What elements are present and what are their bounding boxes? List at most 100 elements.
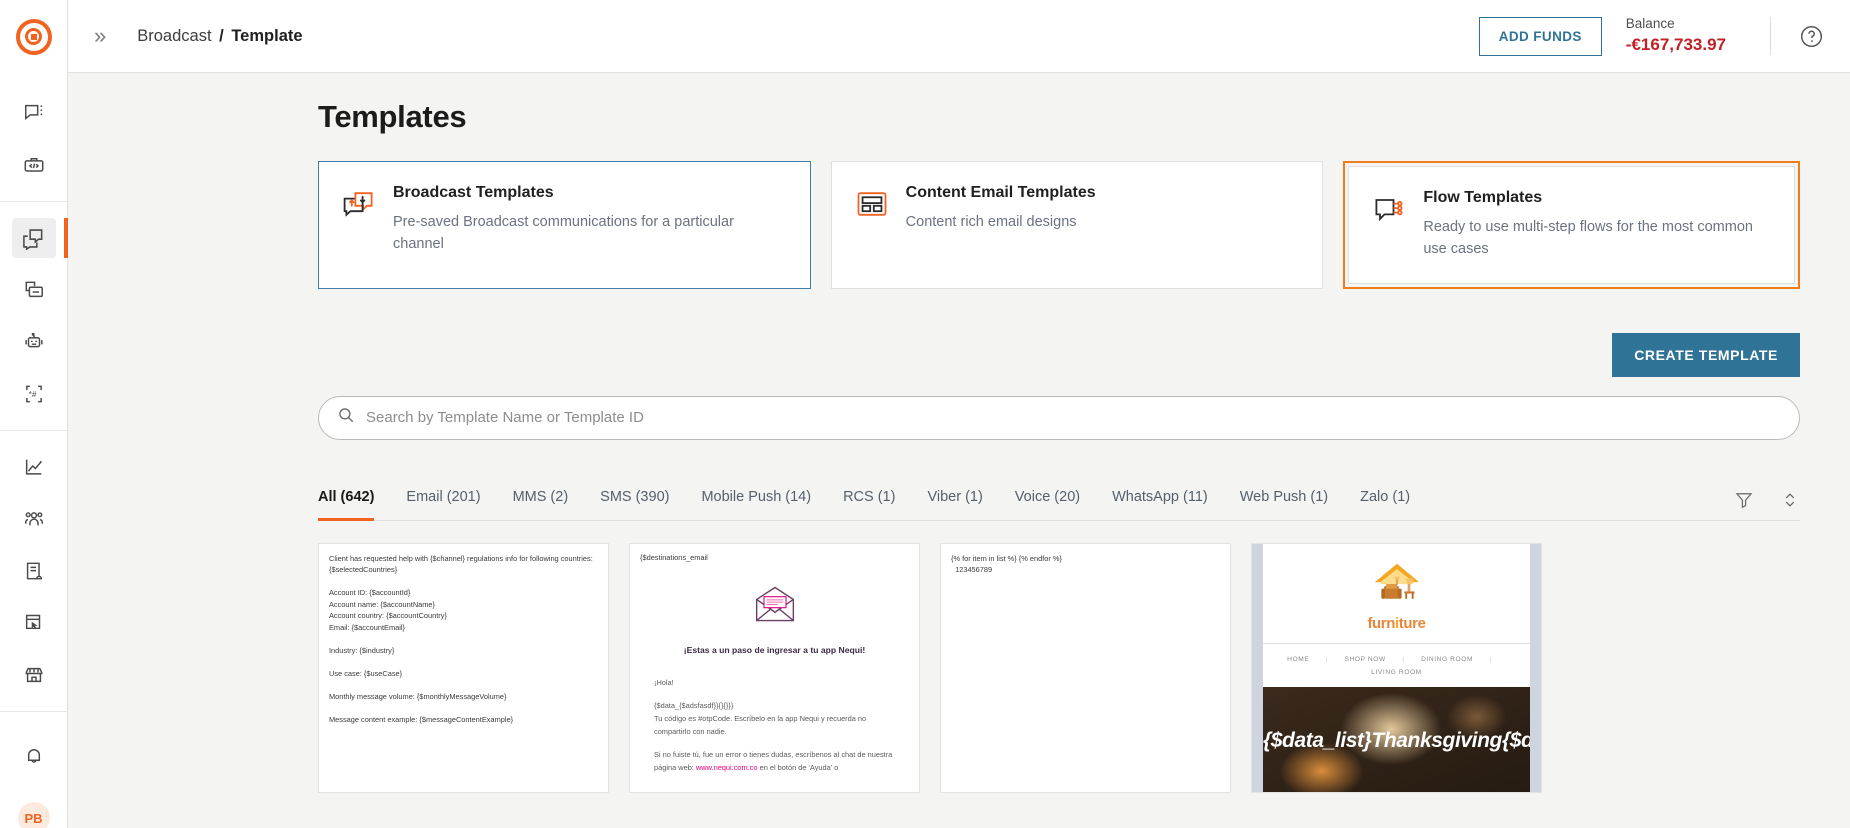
- code-briefcase-icon: [23, 154, 45, 176]
- card-title: Broadcast Templates: [393, 184, 554, 201]
- card-title: Content Email Templates: [905, 184, 1096, 201]
- template-preview-body-line: Tu código es #otpCode. Escríbelo en la a…: [654, 713, 867, 736]
- furniture-nav-item[interactable]: LIVING ROOM: [1371, 669, 1422, 676]
- top-bar: » Broadcast / Template ADD FUNDS Balance…: [68, 0, 1850, 73]
- envelope-open-icon: [753, 586, 797, 628]
- filter-funnel-icon[interactable]: [1734, 490, 1754, 520]
- card-description: Content rich email designs: [905, 214, 1077, 230]
- sidebar-item-analytics[interactable]: [12, 447, 56, 487]
- nav-separator: |: [1489, 655, 1492, 663]
- main-column: » Broadcast / Template ADD FUNDS Balance…: [68, 0, 1850, 828]
- channel-tabs: All (642) Email (201) MMS (2) SMS (390) …: [318, 480, 1800, 521]
- tab-web-push[interactable]: Web Push (1): [1240, 481, 1328, 521]
- sort-updown-icon[interactable]: [1780, 490, 1800, 520]
- sidebar-item-broadcast[interactable]: [11, 218, 68, 258]
- template-preview-card[interactable]: Client has requested help with {$channel…: [318, 542, 609, 793]
- nav-separator: |: [1402, 655, 1405, 663]
- tab-whatsapp[interactable]: WhatsApp (11): [1112, 481, 1208, 521]
- campaign-icon: [23, 279, 45, 301]
- tab-voice[interactable]: Voice (20): [1015, 481, 1080, 521]
- template-preview-card[interactable]: {$destinations_email ¡Estas a un paso de…: [629, 542, 920, 793]
- sidebar-item-audience[interactable]: [12, 499, 56, 539]
- brand-part-1: furn: [1367, 614, 1396, 632]
- card-content-email-templates[interactable]: Content Email Templates Content rich ema…: [830, 161, 1324, 289]
- card-flow-templates-focus-ring: Flow Templates Ready to use multi-step f…: [1343, 161, 1801, 289]
- template-preview-card[interactable]: {% for item in list %} {% endfor %} 1234…: [940, 542, 1231, 793]
- breadcrumb-current: Template: [231, 26, 303, 45]
- sidebar-item-chatbot[interactable]: [12, 322, 56, 362]
- add-funds-button[interactable]: ADD FUNDS: [1478, 16, 1602, 56]
- double-chevron-right-icon[interactable]: »: [88, 25, 109, 47]
- page-title: Templates: [318, 99, 467, 134]
- people-group-icon: [23, 508, 45, 530]
- search-icon: [337, 406, 355, 429]
- balance-value: -€167,733.97: [1625, 34, 1726, 54]
- template-type-cards: Broadcast Templates Pre-saved Broadcast …: [318, 161, 1801, 289]
- balance-display: Balance -€167,733.97: [1626, 15, 1726, 56]
- tab-rcs[interactable]: RCS (1): [843, 481, 895, 521]
- nav-separator: |: [1325, 655, 1329, 663]
- sidebar-item-campaigns[interactable]: [12, 270, 56, 310]
- furniture-house-logo-icon: [1369, 560, 1425, 613]
- app-logo[interactable]: [0, 0, 67, 73]
- template-preview-card[interactable]: furniture HOME | SHOP NOW | DINING ROOM …: [1251, 542, 1542, 793]
- template-preview-greeting: ¡Hola!: [654, 677, 674, 687]
- template-preview-link[interactable]: www.nequi.com.co: [696, 763, 758, 772]
- brand-part-3: ture: [1398, 614, 1426, 632]
- sidebar-item-developer-tools[interactable]: [12, 145, 56, 185]
- search-box[interactable]: [318, 395, 1800, 440]
- avatar[interactable]: PB: [17, 802, 50, 828]
- tab-zalo[interactable]: Zalo (1): [1360, 481, 1410, 521]
- bullseye-logo-icon: [15, 18, 52, 55]
- furniture-hero-text: {$data_list}Thanksgiving{$data_B: [1263, 729, 1530, 753]
- actions-row: CREATE TEMPLATE: [318, 332, 1800, 377]
- sidebar-item-flow-builder[interactable]: [12, 603, 56, 643]
- search-input[interactable]: [366, 409, 1781, 427]
- create-template-button[interactable]: CREATE TEMPLATE: [1612, 332, 1800, 377]
- question-circle-icon[interactable]: [1799, 24, 1824, 49]
- furniture-hero-banner: {$data_list}Thanksgiving{$data_B: [1263, 687, 1530, 792]
- sidebar-item-conversations[interactable]: [12, 93, 56, 133]
- sidebar-item-marketplace[interactable]: [12, 655, 56, 695]
- left-sidebar: *# PB: [0, 0, 68, 828]
- tab-sms[interactable]: SMS (390): [600, 481, 669, 521]
- sidebar-item-notifications[interactable]: [12, 736, 56, 776]
- furniture-nav-item[interactable]: DINING ROOM: [1421, 656, 1473, 663]
- sidebar-item-docs[interactable]: [12, 551, 56, 591]
- tab-email[interactable]: Email (201): [406, 481, 480, 521]
- broadcast-templates-icon: [341, 186, 377, 227]
- search-row: [318, 395, 1800, 440]
- sidebar-bottom: PB: [0, 711, 67, 828]
- tab-all[interactable]: All (642): [318, 481, 375, 521]
- template-preview-text: {% for item in list %} {% endfor %} 1234…: [951, 553, 1062, 575]
- tab-mobile-push[interactable]: Mobile Push (14): [701, 481, 811, 521]
- topbar-divider: [1770, 17, 1771, 55]
- furniture-brand-wordmark: furniture: [1263, 615, 1530, 632]
- bot-icon: [23, 331, 45, 353]
- book-icon: [23, 560, 45, 582]
- furniture-nav-item[interactable]: HOME: [1287, 656, 1309, 663]
- storefront-icon: [23, 664, 45, 686]
- svg-text:*#: *#: [28, 390, 36, 399]
- template-preview-header: {$destinations_email: [640, 552, 708, 562]
- card-description: Ready to use multi-step flows for the mo…: [1423, 219, 1753, 258]
- card-flow-templates[interactable]: Flow Templates Ready to use multi-step f…: [1348, 166, 1796, 284]
- content-email-templates-icon: [854, 186, 890, 227]
- sidebar-group-1: [0, 73, 67, 201]
- tab-viber[interactable]: Viber (1): [927, 481, 982, 521]
- breadcrumb-separator: /: [219, 26, 224, 45]
- page-content: Templates Broadcast Templates Pre-saved …: [68, 73, 1850, 828]
- bell-icon: [23, 745, 45, 767]
- number-keypad-icon: *#: [23, 383, 45, 405]
- card-broadcast-templates[interactable]: Broadcast Templates Pre-saved Broadcast …: [318, 161, 811, 289]
- flow-templates-icon: [1371, 191, 1407, 232]
- template-preview-text: Client has requested help with {$channel…: [329, 553, 593, 724]
- furniture-nav-item[interactable]: SHOP NOW: [1345, 656, 1386, 663]
- app-root: *# PB » Broadcast / Template ADD FUNDS B…: [0, 0, 1850, 828]
- sidebar-group-2: *#: [0, 201, 68, 430]
- sidebar-group-3: [0, 430, 67, 711]
- tab-mms[interactable]: MMS (2): [513, 481, 569, 521]
- breadcrumb-parent[interactable]: Broadcast: [137, 27, 211, 45]
- sidebar-item-numbers[interactable]: *#: [12, 374, 56, 414]
- analytics-chart-icon: [23, 456, 45, 478]
